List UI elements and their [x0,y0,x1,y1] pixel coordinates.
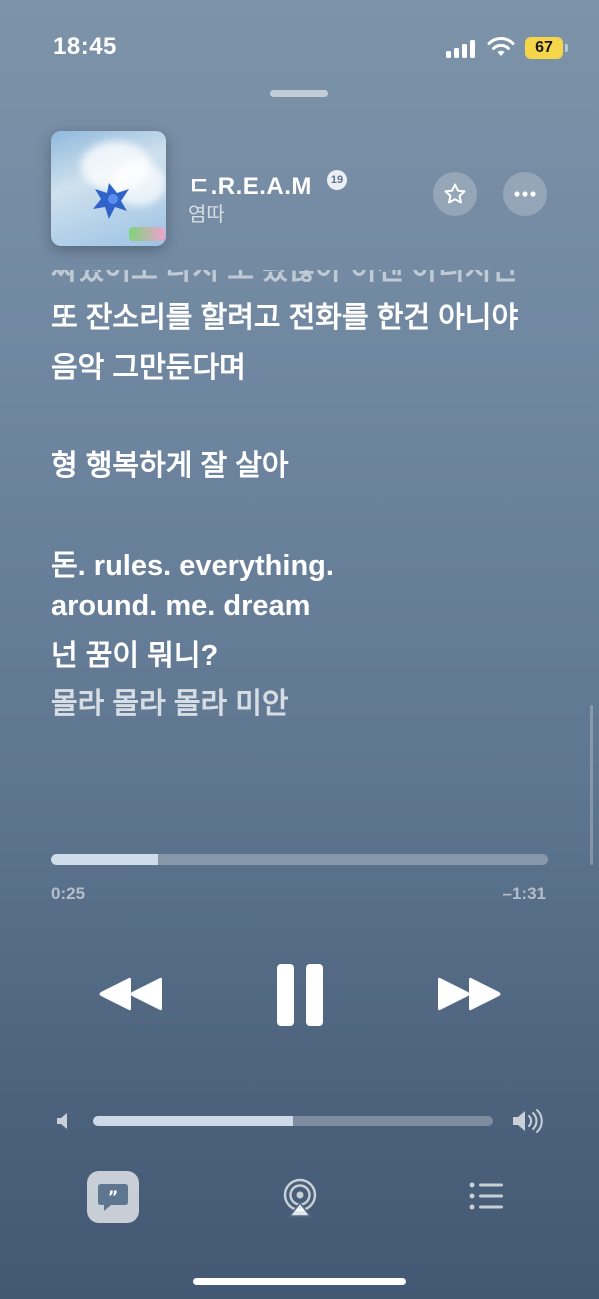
fast-forward-icon [438,977,501,1011]
remaining-time: –1:31 [502,884,546,903]
lyric-line[interactable]: 돈. rules. everything. [51,546,334,586]
favorite-button[interactable] [433,172,477,216]
explicit-badge: 19 [327,170,347,190]
cellular-signal-icon [446,38,478,58]
airplay-button[interactable] [279,1176,321,1218]
battery-cap [565,44,568,52]
lyric-line[interactable]: 몰라 몰라 몰라 미안 [51,684,289,724]
sheet-grabber[interactable] [270,90,328,97]
rewind-button[interactable] [95,970,165,1018]
speaker-high-icon [511,1107,545,1135]
lyric-line[interactable]: around. me. dream [51,586,310,626]
artist-name[interactable]: 염따 [188,198,225,227]
song-title[interactable]: ㄷ.R.E.A.M [188,166,312,201]
fast-forward-button[interactable] [435,970,505,1018]
playback-progress-fill [51,854,158,865]
lyric-line[interactable]: 형 행복하게 잘 살아 [51,446,289,486]
lyric-line[interactable]: 넌 꿈이 뭐니? [51,636,218,676]
quote-bubble-icon: ” [98,1184,128,1211]
more-options-button[interactable] [503,172,547,216]
queue-button[interactable] [467,1180,507,1212]
lyric-line[interactable]: 또 잔소리를 할려고 전화를 한건 아니야 [51,298,518,338]
volume-slider[interactable] [93,1116,493,1126]
lyrics-button[interactable]: ” [87,1171,139,1223]
battery-indicator: 67 [525,37,563,59]
svg-text:”: ” [108,1187,119,1206]
artwork-character [93,183,129,219]
star-outline-icon [444,183,466,204]
lyrics-scroll-indicator[interactable] [590,705,593,865]
speaker-low-icon [55,1110,75,1132]
playback-scrubber[interactable] [51,854,548,865]
pause-icon [277,964,323,1026]
wifi-icon [487,36,515,58]
home-indicator[interactable] [193,1278,406,1285]
artwork-logo [129,227,165,241]
lyric-line[interactable]: 싸웠어도 다시 또 봤잖아 이젠 아니지만 [51,270,518,290]
rewind-icon [99,977,162,1011]
airplay-icon [283,1178,317,1217]
status-time: 18:45 [53,33,117,60]
volume-fill [93,1116,293,1126]
pause-button[interactable] [270,960,330,1030]
lyric-line[interactable]: 음악 그만둔다며 [51,348,246,388]
album-artwork[interactable] [51,131,166,246]
ellipsis-icon [514,191,536,197]
list-icon [469,1182,503,1210]
elapsed-time: 0:25 [51,884,86,903]
